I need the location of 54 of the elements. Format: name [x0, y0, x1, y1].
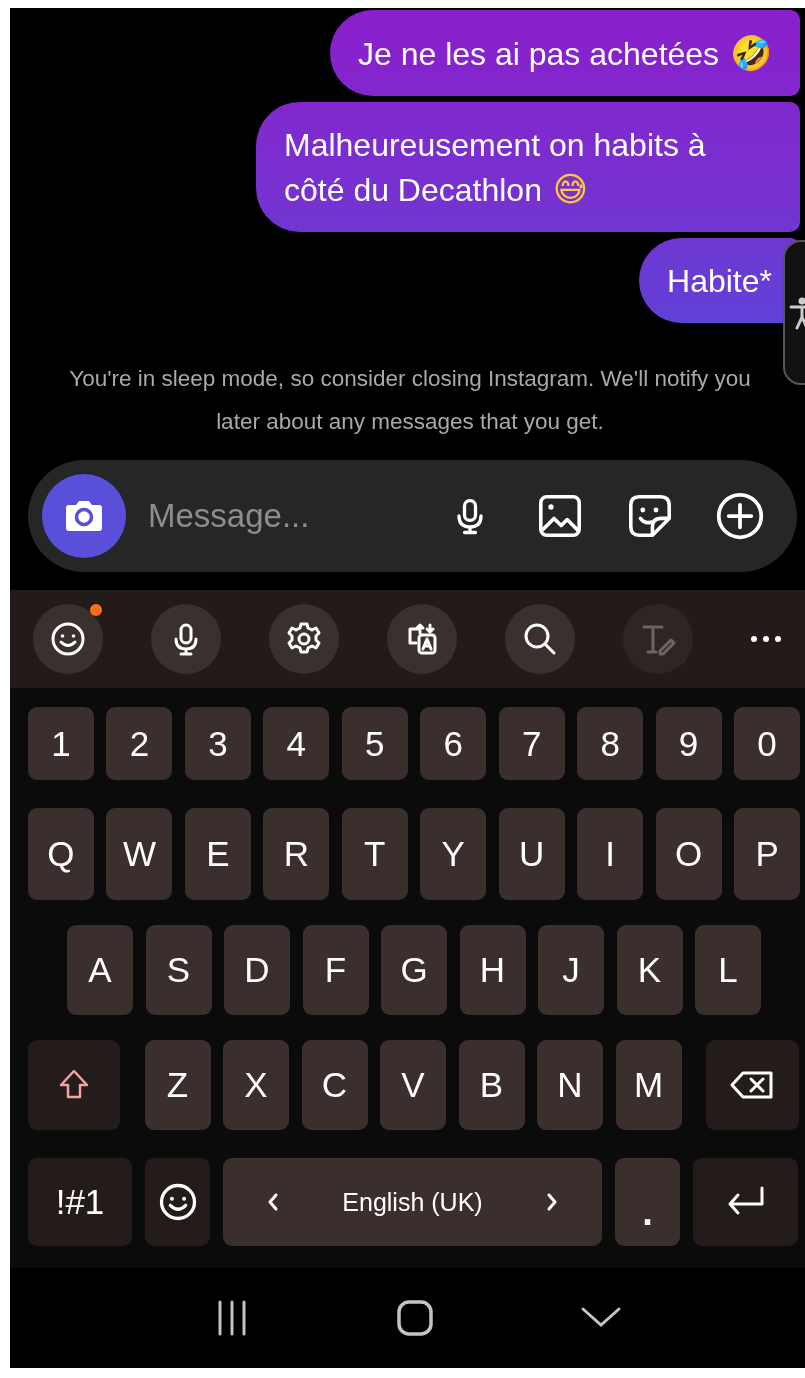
key[interactable]: A [67, 925, 133, 1015]
key[interactable]: E [184, 808, 251, 900]
emoji-key[interactable] [145, 1158, 210, 1246]
key[interactable]: 6 [420, 707, 487, 780]
key[interactable]: C [301, 1040, 368, 1130]
key[interactable]: . [615, 1158, 680, 1246]
message-text: Habite* [667, 262, 772, 301]
sleep-mode-notice: You're in sleep mode, so consider closing Instagram. We'll notify you later about any messages that you get. [68, 365, 752, 436]
key[interactable]: S [145, 925, 212, 1015]
sticker-icon[interactable] [626, 492, 674, 540]
key[interactable]: 1 [28, 707, 94, 780]
key[interactable]: 8 [577, 707, 644, 780]
key[interactable]: D [224, 925, 290, 1015]
key[interactable]: F [302, 925, 369, 1015]
key[interactable]: U [498, 808, 565, 900]
key[interactable]: G [381, 925, 447, 1015]
plus-icon[interactable] [715, 491, 765, 541]
key[interactable]: 7 [498, 707, 565, 780]
space-key[interactable]: English (UK) [223, 1158, 602, 1246]
key[interactable]: Z [144, 1040, 211, 1130]
enter-key[interactable] [693, 1158, 798, 1246]
key[interactable]: L [695, 925, 761, 1015]
key[interactable]: W [106, 808, 173, 900]
key[interactable]: V [380, 1040, 446, 1130]
key[interactable]: 9 [655, 707, 722, 780]
key[interactable]: O [655, 808, 722, 900]
key[interactable]: T [341, 808, 408, 900]
key[interactable]: 0 [734, 707, 801, 780]
key[interactable]: J [538, 925, 604, 1015]
key[interactable]: Y [420, 808, 487, 900]
key[interactable]: 2 [106, 707, 173, 780]
key[interactable]: 3 [184, 707, 251, 780]
key[interactable]: K [616, 925, 683, 1015]
key[interactable]: 5 [341, 707, 408, 780]
key[interactable]: Q [28, 808, 94, 900]
key[interactable]: I [577, 808, 644, 900]
key[interactable]: H [459, 925, 526, 1015]
key[interactable]: 4 [263, 707, 330, 780]
key[interactable]: B [458, 1040, 525, 1130]
more-icon [748, 633, 784, 645]
key[interactable]: P [734, 808, 801, 900]
key[interactable]: N [537, 1040, 603, 1130]
message-input[interactable]: Message... [146, 496, 425, 536]
key[interactable]: M [615, 1040, 682, 1130]
key[interactable]: R [263, 808, 330, 900]
key[interactable]: X [223, 1040, 289, 1130]
symbols-key[interactable]: !#1 [28, 1158, 132, 1246]
backspace-key[interactable] [706, 1040, 799, 1130]
gallery-icon[interactable] [536, 492, 584, 540]
home-icon[interactable] [395, 1298, 436, 1338]
message-text: Je ne les ai pas achetées 🤣 [358, 32, 772, 75]
camera-button[interactable] [42, 474, 126, 558]
shift-key[interactable] [28, 1040, 120, 1130]
message-text: Malheureusement on habits à côté du Decathlon 😅 [284, 126, 707, 211]
